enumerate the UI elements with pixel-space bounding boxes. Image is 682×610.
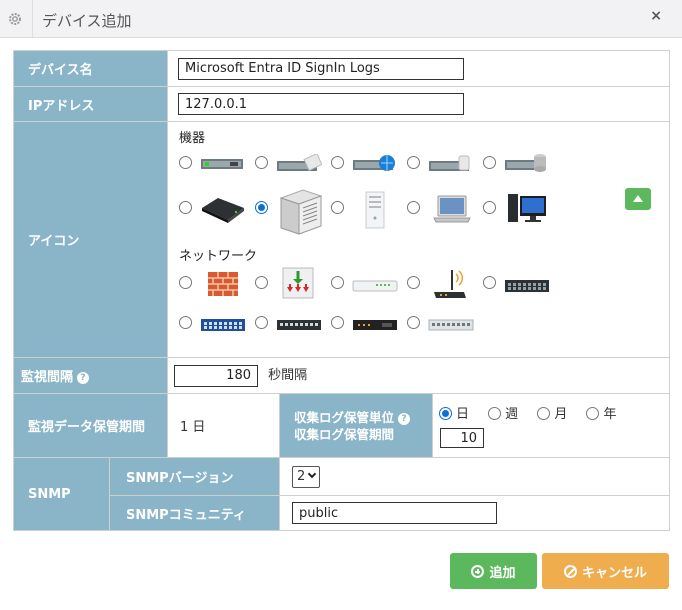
snmp-label: SNMP: [13, 457, 110, 531]
collapse-up-button[interactable]: [625, 188, 651, 210]
chevron-down-icon: [308, 469, 317, 478]
icon-radio-appliance-black[interactable]: [179, 201, 192, 214]
device-name-input[interactable]: [178, 57, 464, 80]
log-retention-label: 収集ログ保管単位? 収集ログ保管期間: [279, 393, 433, 458]
firewall-icon[interactable]: [206, 270, 240, 298]
icon-radio-server-globe[interactable]: [331, 156, 344, 169]
log-unit-option[interactable]: 年: [586, 403, 616, 422]
cancel-button-label: キャンセル: [581, 565, 647, 581]
switch-light-icon[interactable]: [428, 318, 474, 332]
snmp-version-label: SNMPバージョン: [109, 457, 280, 496]
equipment-section-label: 機器: [179, 131, 206, 146]
icon-radio-server-rack[interactable]: [179, 156, 192, 169]
snmp-community-input[interactable]: [292, 502, 497, 524]
server-globe-icon[interactable]: [352, 153, 398, 175]
add-button[interactable]: 追加: [450, 553, 537, 589]
icon-radio-server-white[interactable]: [331, 201, 344, 214]
ban-icon: [563, 564, 577, 578]
log-unit-radio-group: 日 週 月 年: [439, 403, 669, 422]
ip-address-label: IPアドレス: [13, 86, 168, 122]
icon-radio-hub-flat[interactable]: [331, 276, 344, 289]
close-icon[interactable]: ×: [650, 8, 662, 24]
icon-radio-wifi-router[interactable]: [407, 276, 420, 289]
monitor-retention-value: 1 日: [167, 393, 280, 458]
icon-radio-router-dark[interactable]: [331, 316, 344, 329]
titlebar-divider: [32, 0, 33, 38]
icon-radio-server-switch[interactable]: [255, 156, 268, 169]
gear-icon: [9, 13, 21, 25]
icon-radio-desktop-pc[interactable]: [483, 201, 496, 214]
laptop-icon[interactable]: [432, 194, 472, 224]
icon-picker: 機器 ネットワーク: [167, 121, 670, 358]
dialog-title: デバイス追加: [42, 12, 132, 30]
log-period-label: 収集ログ保管期間: [294, 426, 395, 442]
icon-radio-switch-light[interactable]: [407, 316, 420, 329]
monitor-retention-label: 監視データ保管期間: [13, 393, 168, 458]
log-unit-option[interactable]: 月: [537, 403, 567, 422]
icon-radio-server-tower[interactable]: [255, 201, 268, 214]
appliance-black-icon[interactable]: [200, 194, 246, 224]
snmp-community-label: SNMPコミュニティ: [109, 495, 280, 531]
server-db-icon[interactable]: [504, 152, 550, 174]
icon-radio-switch-patch[interactable]: [255, 316, 268, 329]
log-period-input[interactable]: [440, 428, 484, 448]
add-button-label: 追加: [489, 565, 516, 581]
icon-radio-server-storage[interactable]: [407, 156, 420, 169]
snmp-version-select[interactable]: 2: [292, 465, 321, 488]
icon-radio-server-db[interactable]: [483, 156, 496, 169]
download-device-icon[interactable]: [281, 266, 315, 300]
server-rack-icon[interactable]: [200, 156, 244, 172]
snmp-version-value: 2: [297, 468, 306, 484]
log-unit-option[interactable]: 週: [488, 403, 518, 422]
help-icon[interactable]: ?: [77, 372, 90, 384]
monitor-interval-unit: 秒間隔: [268, 368, 308, 384]
icon-radio-switch-blue[interactable]: [179, 316, 192, 329]
network-section-label: ネットワーク: [179, 249, 258, 264]
icon-radio-firewall[interactable]: [179, 276, 192, 289]
log-unit-option[interactable]: 日: [439, 403, 469, 422]
ip-address-input[interactable]: [178, 93, 464, 115]
server-white-icon[interactable]: [363, 190, 387, 232]
switch-patch-icon[interactable]: [276, 319, 322, 331]
device-form: デバイス名 IPアドレス アイコン 機器: [13, 50, 670, 531]
radio-year[interactable]: [586, 407, 600, 420]
plus-circle-icon: [471, 564, 485, 578]
switch-blue-icon[interactable]: [200, 317, 246, 333]
help-icon[interactable]: ?: [398, 412, 411, 425]
radio-month[interactable]: [537, 407, 551, 420]
router-dark-icon[interactable]: [352, 318, 398, 332]
icon-label: アイコン: [13, 121, 168, 358]
monitor-interval-label: 監視間隔?: [13, 357, 168, 394]
dialog-titlebar: デバイス追加 ×: [0, 0, 682, 38]
desktop-pc-icon[interactable]: [506, 192, 550, 226]
cancel-button[interactable]: キャンセル: [542, 553, 669, 589]
radio-week[interactable]: [488, 407, 502, 420]
radio-day[interactable]: [439, 407, 452, 420]
switch-dark-icon[interactable]: [504, 277, 550, 295]
log-unit-label: 収集ログ保管単位: [294, 409, 395, 425]
wifi-router-icon[interactable]: [432, 266, 468, 302]
icon-radio-download-device[interactable]: [255, 276, 268, 289]
server-switch-icon[interactable]: [276, 154, 322, 174]
monitor-interval-input[interactable]: [174, 364, 258, 387]
server-tower-icon[interactable]: [277, 188, 323, 236]
hub-flat-icon[interactable]: [352, 278, 398, 294]
device-name-label: デバイス名: [13, 50, 168, 87]
icon-radio-laptop[interactable]: [407, 201, 420, 214]
icon-radio-switch-dark[interactable]: [483, 276, 496, 289]
server-storage-icon[interactable]: [428, 154, 474, 174]
monitor-interval-text: 監視間隔: [21, 370, 74, 385]
